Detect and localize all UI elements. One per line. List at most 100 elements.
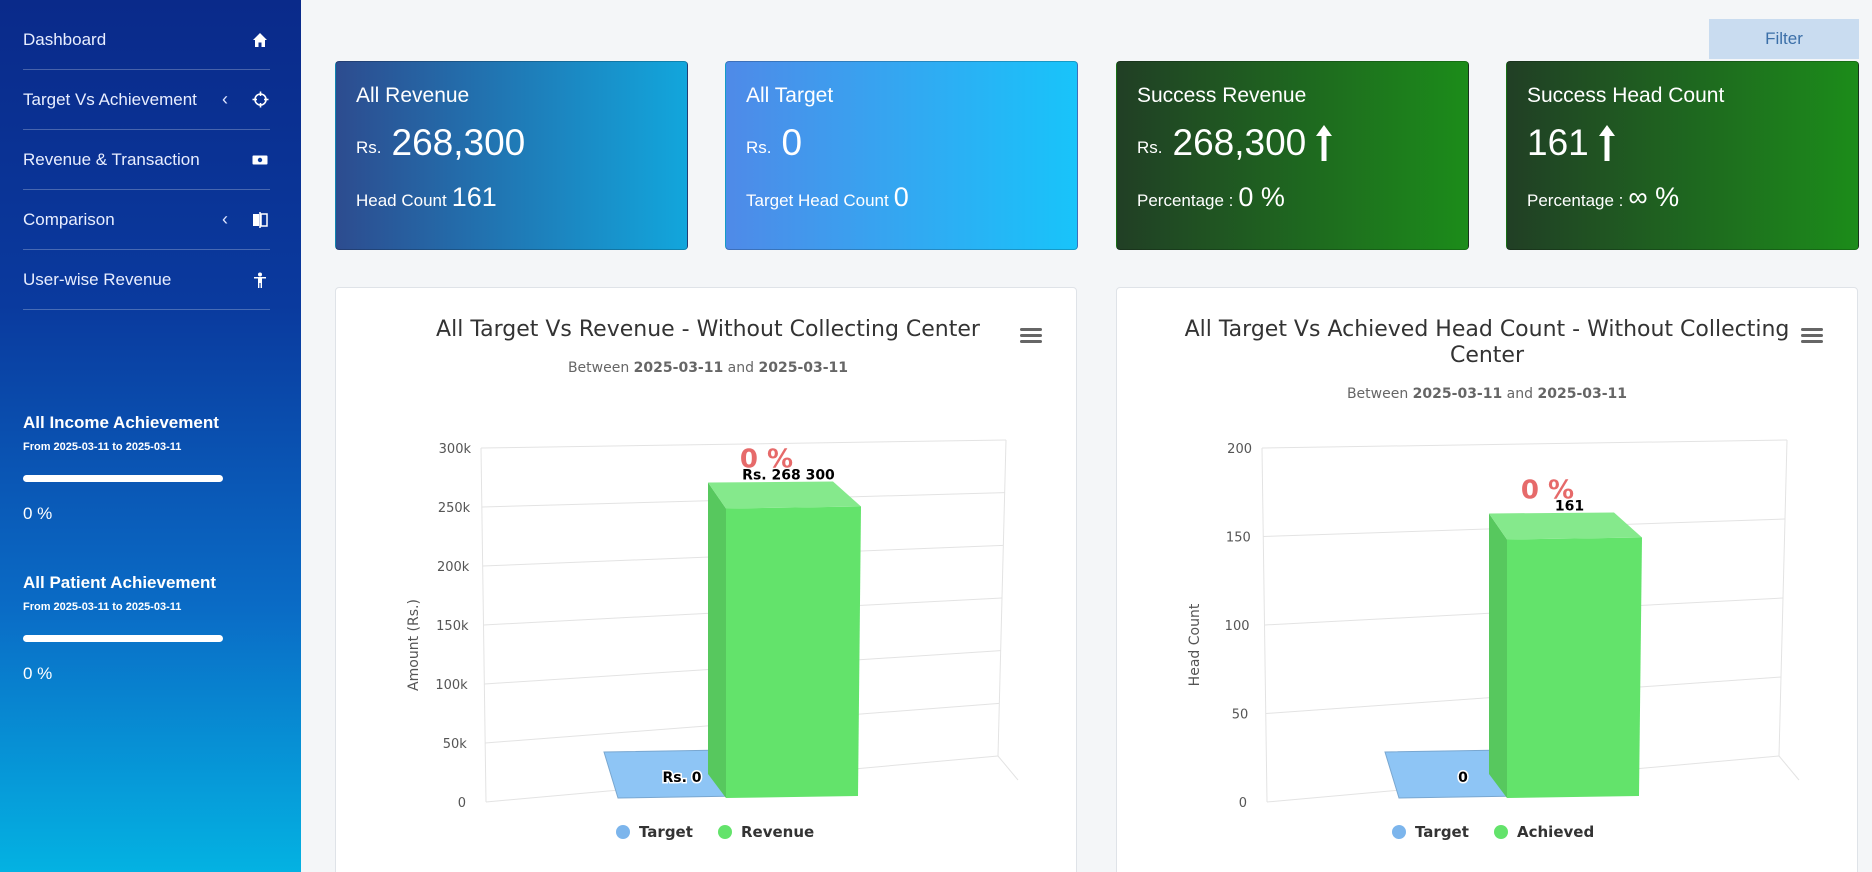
person-icon — [250, 270, 270, 290]
card-foot-label: Head Count — [356, 191, 447, 210]
sidebar-item-dashboard[interactable]: Dashboard — [23, 10, 270, 70]
chart-title: Center — [1450, 343, 1525, 368]
bar-achieved-side — [708, 482, 726, 798]
sidebar-item-label: User-wise Revenue — [23, 269, 172, 289]
menu-bar — [1801, 328, 1823, 331]
compare-icon — [250, 210, 270, 230]
arrow-up-icon — [1314, 124, 1334, 162]
y-tick-label: 0 — [1239, 796, 1247, 811]
income-achievement: All Income Achievement From 2025-03-11 t… — [23, 413, 263, 524]
card-foot-value: 0 — [893, 182, 909, 212]
patient-achievement-title: All Patient Achievement — [23, 573, 217, 592]
chart-subtitle-part: and — [1502, 386, 1537, 402]
currency-label: Rs. — [1137, 138, 1163, 157]
chart-subtitle-part: 2025-03-11 — [758, 360, 848, 376]
patient-achievement: All Patient Achievement From 2025-03-11 … — [23, 573, 263, 684]
chevron-left-icon: ‹ — [222, 89, 228, 109]
card-value: 0 — [781, 122, 803, 163]
card-all-target: All Target Rs. 0 Target Head Count 0 — [725, 61, 1078, 250]
menu-bar — [1020, 328, 1042, 331]
head-count-chart: All Target Vs Achieved Head Count - With… — [1185, 317, 1823, 841]
chart-subtitle-part: 2025-03-11 — [634, 360, 724, 376]
chart-subtitle: Between 2025-03-11 and 2025-03-11 — [1347, 386, 1627, 402]
sidebar-item-label: Dashboard — [23, 29, 107, 49]
y-tick-label: 200k — [437, 560, 470, 575]
chart-legend: Target Revenue — [616, 823, 814, 841]
card-success-head-count: Success Head Count 161 Percentage : ∞ % — [1506, 61, 1859, 250]
money-icon — [250, 150, 270, 170]
income-achievement-value: 0 % — [23, 504, 53, 523]
floor-edge — [997, 755, 1019, 781]
revenue-chart: All Target Vs Revenue - Without Collecti… — [406, 317, 1042, 841]
currency-label: Rs. — [356, 138, 382, 157]
menu-bar — [1801, 334, 1823, 337]
legend-marker-achieved — [718, 825, 732, 839]
menu-bar — [1020, 334, 1042, 337]
chart-subtitle-part: Between — [568, 360, 634, 376]
card-foot-label: Percentage : — [1527, 191, 1624, 210]
chart-menu-icon[interactable] — [1020, 328, 1042, 343]
chart-subtitle-part: 2025-03-11 — [1413, 386, 1503, 402]
bar-achieved-side — [1489, 513, 1507, 798]
sidebar-nav: Dashboard Target Vs Achievement ‹ Revenu… — [23, 10, 270, 310]
crosshair-icon — [250, 90, 270, 110]
sidebar-item-user-wise-revenue[interactable]: User-wise Revenue — [23, 250, 270, 310]
legend-marker-target — [616, 825, 630, 839]
y-tick-label: 150 — [1226, 531, 1251, 546]
percent-label: 0 % — [740, 445, 793, 475]
legend-marker-achieved — [1494, 825, 1508, 839]
menu-bar — [1020, 340, 1042, 343]
income-achievement-title: All Income Achievement — [23, 413, 219, 432]
card-foot-label: Percentage : — [1137, 191, 1234, 210]
floor-edge — [1778, 755, 1800, 781]
patient-progress-bar — [23, 635, 223, 642]
chart-title: All Target Vs Achieved Head Count - With… — [1185, 317, 1790, 342]
legend-label-achieved: Revenue — [741, 823, 814, 841]
chart-panel-head-count: All Target Vs Achieved Head Count - With… — [1116, 287, 1858, 872]
patient-achievement-value: 0 % — [23, 664, 53, 683]
card-value: 268,300 — [391, 122, 526, 163]
sidebar-item-target-vs-achievement[interactable]: Target Vs Achievement ‹ — [23, 70, 270, 130]
chart-title: All Target Vs Revenue - Without Collecti… — [436, 317, 981, 342]
sidebar-item-revenue-transaction[interactable]: Revenue & Transaction — [23, 130, 270, 190]
y-tick-label: 100k — [435, 678, 468, 693]
chart-subtitle-part: and — [723, 360, 758, 376]
bar-achieved-top — [708, 481, 861, 509]
legend-label-achieved: Achieved — [1517, 823, 1594, 841]
card-title: Success Revenue — [1137, 84, 1307, 107]
income-achievement-range: From 2025-03-11 to 2025-03-11 — [23, 441, 182, 453]
percent-label: 0 % — [1521, 475, 1574, 505]
y-axis-label: Amount (Rs.) — [406, 599, 422, 691]
y-tick-label: 150k — [436, 619, 469, 634]
card-foot-value: 161 — [451, 182, 497, 212]
card-title: All Revenue — [356, 84, 470, 107]
card-value: 268,300 — [1172, 122, 1307, 163]
sidebar: Dashboard Target Vs Achievement ‹ Revenu… — [0, 0, 301, 872]
legend-label-target: Target — [1415, 823, 1469, 841]
chart-legend: Target Achieved — [1392, 823, 1594, 841]
chart-menu-icon[interactable] — [1801, 328, 1823, 343]
card-value: 161 — [1527, 122, 1589, 163]
income-progress-bar — [23, 475, 223, 482]
chevron-left-icon: ‹ — [222, 209, 228, 229]
menu-bar — [1801, 340, 1823, 343]
y-tick-label: 250k — [438, 501, 471, 516]
sidebar-item-label: Comparison — [23, 209, 115, 229]
gridline — [1261, 439, 1788, 449]
y-tick-label: 0 — [458, 796, 466, 811]
y-tick-label: 300k — [439, 442, 472, 457]
filter-button[interactable]: Filter — [1709, 19, 1859, 59]
y-tick-label: 50 — [1232, 708, 1249, 723]
card-all-revenue: All Revenue Rs. 268,300 Head Count 161 — [335, 61, 688, 250]
legend-label-target: Target — [639, 823, 693, 841]
sidebar-item-label: Target Vs Achievement — [23, 89, 197, 109]
chart-subtitle-part: 2025-03-11 — [1537, 386, 1627, 402]
chart-panel-revenue: All Target Vs Revenue - Without Collecti… — [335, 287, 1077, 872]
patient-achievement-range: From 2025-03-11 to 2025-03-11 — [23, 601, 182, 613]
y-tick-label: 200 — [1227, 442, 1252, 457]
sidebar-item-comparison[interactable]: Comparison ‹ — [23, 190, 270, 250]
y-axis-label: Head Count — [1187, 603, 1203, 686]
card-title: All Target — [746, 84, 834, 107]
card-foot-value: 0 % — [1238, 182, 1285, 212]
card-title: Success Head Count — [1527, 84, 1725, 107]
